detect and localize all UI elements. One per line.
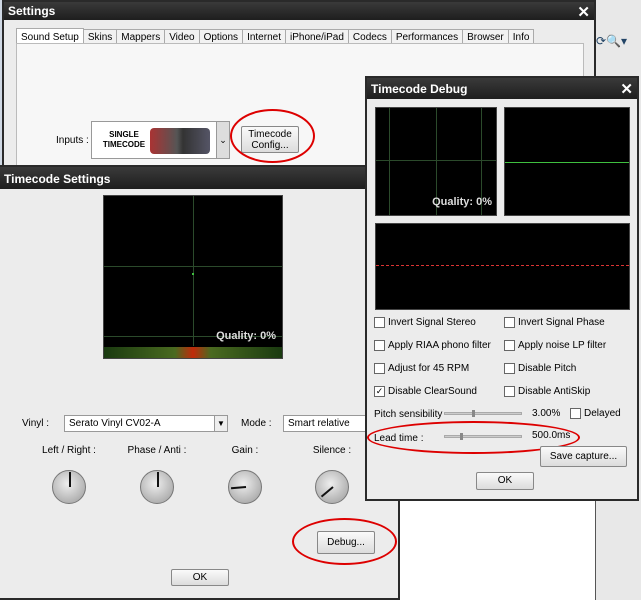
- timecode-scope: Quality: 0%: [103, 195, 283, 359]
- checkbox[interactable]: Disable AntiSkip: [504, 386, 590, 397]
- debug-scope-wave: [504, 107, 630, 216]
- highlight-ellipse: [292, 518, 397, 565]
- close-icon[interactable]: ✕: [620, 80, 633, 98]
- checkbox-box[interactable]: [374, 340, 385, 351]
- timecode-settings-title: Timecode Settings: [0, 167, 398, 189]
- pitch-sensibility-value: 3.00%: [532, 408, 561, 419]
- inputs-dropdown-arrow[interactable]: ⌄: [216, 121, 230, 159]
- checkbox-label: Invert Signal Stereo: [388, 317, 476, 328]
- vinyl-select[interactable]: Serato Vinyl CV02-A ▼: [64, 415, 228, 432]
- checkbox[interactable]: Apply RIAA phono filter: [374, 340, 491, 351]
- checkbox-label: Apply noise LP filter: [518, 340, 607, 351]
- vinyl-value: Serato Vinyl CV02-A: [69, 418, 161, 429]
- timecode-debug-window: Timecode Debug ✕ Quality: 0% Invert Sign…: [365, 76, 639, 501]
- checkbox[interactable]: Apply noise LP filter: [504, 340, 606, 351]
- checkbox-box[interactable]: [374, 363, 385, 374]
- settings-title: Settings: [4, 2, 594, 20]
- mode-select[interactable]: Smart relative: [283, 415, 373, 432]
- checkbox-label: Invert Signal Phase: [518, 317, 605, 328]
- chevron-down-icon[interactable]: ▼: [214, 416, 227, 431]
- checkbox-label: Apply RIAA phono filter: [388, 340, 491, 351]
- knob-label: Silence :: [312, 445, 352, 456]
- checkbox-box[interactable]: [374, 317, 385, 328]
- save-capture-button[interactable]: Save capture...: [540, 446, 627, 467]
- delayed-checkbox[interactable]: Delayed: [570, 408, 621, 419]
- mode-label: Mode :: [241, 418, 272, 429]
- turntable-laptop-icon: [150, 128, 210, 154]
- checkbox-label: Disable Pitch: [518, 363, 577, 374]
- inputs-select[interactable]: SINGLE TIMECODE: [91, 121, 217, 159]
- inputs-label: Inputs :: [56, 135, 89, 146]
- ok-button[interactable]: OK: [171, 569, 229, 586]
- checkbox-label: Adjust for 45 RPM: [388, 363, 470, 374]
- highlight-ellipse: [230, 109, 315, 163]
- debug-ok-button[interactable]: OK: [476, 472, 534, 490]
- checkbox-box[interactable]: [504, 363, 515, 374]
- knob-label: Left / Right :: [42, 445, 96, 456]
- knob[interactable]: [140, 470, 174, 504]
- checkbox-box[interactable]: [504, 340, 515, 351]
- vinyl-label: Vinyl :: [22, 418, 50, 429]
- checkbox[interactable]: ✓ Disable ClearSound: [374, 386, 477, 397]
- knob-label: Phase / Anti :: [127, 445, 187, 456]
- checkbox[interactable]: Invert Signal Phase: [504, 317, 605, 328]
- checkbox-label: Disable AntiSkip: [518, 386, 591, 397]
- debug-scope-xy: Quality: 0%: [375, 107, 497, 216]
- timecode-settings-window: Timecode Settings Quality: 0% Vinyl : Se…: [0, 165, 400, 600]
- knob-label: Gain :: [231, 445, 259, 456]
- checkbox[interactable]: Adjust for 45 RPM: [374, 363, 469, 374]
- knob[interactable]: [228, 470, 262, 504]
- debug-quality-label: Quality: 0%: [432, 196, 492, 208]
- mode-value: Smart relative: [288, 418, 350, 429]
- pitch-sensibility-slider[interactable]: [444, 410, 522, 417]
- checkbox[interactable]: Disable Pitch: [504, 363, 576, 374]
- close-icon[interactable]: ✕: [577, 3, 590, 21]
- checkbox-box[interactable]: [504, 386, 515, 397]
- knob[interactable]: [315, 470, 349, 504]
- checkbox[interactable]: Invert Signal Stereo: [374, 317, 476, 328]
- background-toolbar-icons[interactable]: ⟳🔍▾: [596, 34, 627, 48]
- delayed-label: Delayed: [584, 408, 621, 419]
- input-image-text: SINGLE TIMECODE: [102, 130, 146, 149]
- checkbox-label: Disable ClearSound: [388, 386, 477, 397]
- checkbox-checked-icon[interactable]: ✓: [374, 386, 385, 397]
- pitch-sensibility-label: Pitch sensibility: [374, 409, 443, 420]
- checkbox-box[interactable]: [504, 317, 515, 328]
- quality-label: Quality: 0%: [216, 330, 276, 342]
- knob[interactable]: [52, 470, 86, 504]
- debug-scope-long: [375, 223, 630, 310]
- timecode-debug-title: Timecode Debug: [367, 78, 637, 99]
- signal-bar: [104, 347, 282, 358]
